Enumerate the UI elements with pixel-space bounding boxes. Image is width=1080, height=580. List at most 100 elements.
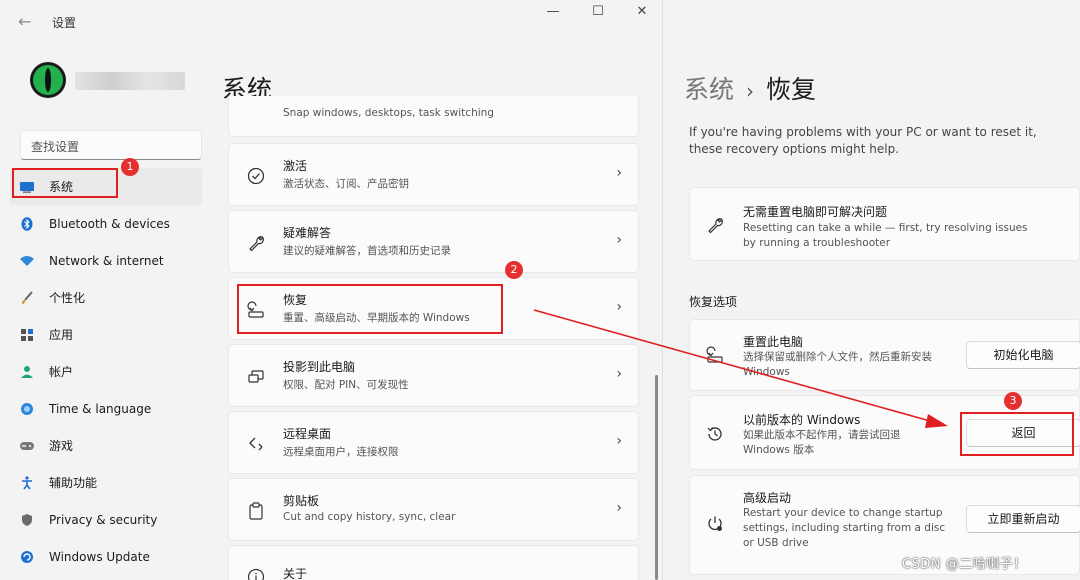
sidebar-item-label: 应用 — [49, 328, 74, 342]
breadcrumb-parent[interactable]: 系统 — [684, 75, 734, 104]
sidebar-item-network[interactable]: Network & internet — [10, 242, 202, 279]
project-to-pc-card[interactable]: 投影到此电脑 权限、配对 PIN、可发现性 › — [228, 344, 639, 407]
sidebar-item-label: 个性化 — [49, 291, 86, 305]
apps-icon — [19, 327, 35, 343]
shield-icon — [19, 512, 35, 528]
card-title: 关于 — [283, 567, 308, 580]
settings-window: ← 设置 — ☐ ✕ 查找设置 系统 Bluetooth & devices N… — [0, 0, 1080, 580]
recovery-description: If you're having problems with your PC o… — [689, 125, 1037, 156]
chevron-right-icon: › — [616, 433, 622, 449]
check-circle-icon — [245, 165, 267, 187]
back-arrow-icon[interactable]: ← — [18, 12, 31, 31]
sidebar-item-accessibility[interactable]: 辅助功能 — [10, 464, 202, 501]
activation-card[interactable]: 激活 激活状态、订阅、产品密钥 › — [228, 143, 639, 206]
sidebar-item-apps[interactable]: 应用 — [10, 316, 202, 353]
card-subtitle: 选择保留或删除个人文件，然后重新安装 Windows — [743, 351, 932, 378]
card-title: 远程桌面 — [283, 427, 332, 441]
breadcrumb-separator: › — [746, 79, 755, 103]
bluetooth-icon — [19, 216, 35, 232]
sidebar-item-label: 游戏 — [49, 439, 74, 453]
sidebar-item-label: Privacy & security — [49, 512, 158, 527]
maximize-button[interactable]: ☐ — [580, 4, 616, 24]
remote-desktop-card[interactable]: 远程桌面 远程桌面用户，连接权限 › — [228, 411, 639, 474]
card-subtitle: Resetting can take a while — first, try … — [743, 222, 1028, 249]
card-subtitle: 建议的疑难解答，首选项和历史记录 — [283, 245, 451, 257]
wifi-icon — [19, 253, 35, 269]
wrench-icon — [704, 214, 726, 236]
system-settings-list: Snap windows, desktops, task switching 激… — [228, 96, 640, 580]
watermark: CSDN @二哈喇子！ — [902, 557, 1027, 572]
about-card[interactable]: 关于 — [228, 545, 639, 580]
project-icon — [245, 366, 267, 388]
globe-clock-icon — [19, 401, 35, 417]
chevron-right-icon: › — [616, 366, 622, 382]
card-subtitle: Restart your device to change startup se… — [743, 507, 946, 549]
card-subtitle: 权限、配对 PIN、可发现性 — [283, 379, 409, 391]
sidebar-item-time-language[interactable]: Time & language — [10, 390, 202, 427]
card-title: 以前版本的 Windows — [743, 413, 861, 427]
advanced-startup-icon — [704, 513, 726, 535]
card-subtitle: 远程桌面用户，连接权限 — [283, 446, 399, 458]
card-title: 无需重置电脑即可解决问题 — [743, 205, 888, 219]
avatar[interactable] — [30, 62, 66, 98]
info-icon — [245, 566, 267, 580]
sidebar-item-gaming[interactable]: 游戏 — [10, 427, 202, 464]
reset-pc-icon — [704, 344, 726, 366]
annotation-box-recovery — [237, 284, 503, 334]
chevron-right-icon: › — [616, 299, 622, 315]
card-subtitle: 如果此版本不起作用，请尝试回退 Windows 版本 — [743, 429, 901, 456]
card-title: 高级启动 — [743, 491, 792, 505]
blurred-user-name — [75, 72, 185, 90]
section-title: 恢复选项 — [689, 295, 738, 309]
card-title: 投影到此电脑 — [283, 360, 356, 374]
card-title: 激活 — [283, 159, 308, 173]
chevron-right-icon: › — [616, 165, 622, 181]
scrollbar[interactable] — [655, 375, 658, 580]
sidebar-item-personalization[interactable]: 个性化 — [10, 279, 202, 316]
chevron-right-icon: › — [616, 500, 622, 516]
minimize-button[interactable]: — — [535, 4, 571, 24]
card-subtitle: Cut and copy history, sync, clear — [283, 511, 456, 523]
wrench-icon — [245, 232, 267, 254]
annotation-badge-1: 1 — [121, 158, 139, 176]
sidebar-nav: 系统 Bluetooth & devices Network & interne… — [10, 168, 202, 575]
multitasking-card[interactable]: Snap windows, desktops, task switching — [228, 96, 639, 137]
sidebar-item-bluetooth[interactable]: Bluetooth & devices — [10, 205, 202, 242]
annotation-badge-3: 3 — [1004, 392, 1022, 410]
annotation-box-go-back — [960, 412, 1074, 456]
sidebar-item-windows-update[interactable]: Windows Update — [10, 538, 202, 575]
gamepad-icon — [19, 438, 35, 454]
accessibility-icon — [19, 475, 35, 491]
brush-icon — [19, 290, 35, 306]
sidebar-item-label: 辅助功能 — [49, 476, 98, 490]
history-icon — [704, 423, 726, 445]
annotation-box-system — [12, 168, 118, 198]
search-input[interactable]: 查找设置 — [20, 130, 202, 160]
clipboard-card[interactable]: 剪贴板 Cut and copy history, sync, clear › — [228, 478, 639, 541]
remote-icon — [245, 433, 267, 455]
sidebar-item-label: Windows Update — [49, 549, 150, 564]
breadcrumb-current: 恢复 — [766, 75, 817, 104]
restart-now-button[interactable]: 立即重新启动 — [966, 505, 1080, 533]
chevron-right-icon: › — [616, 232, 622, 248]
sidebar-item-label: 帐户 — [49, 365, 74, 379]
title-bar: ← 设置 — ☐ ✕ — [0, 0, 1080, 44]
sidebar-item-accounts[interactable]: 帐户 — [10, 353, 202, 390]
app-title: 设置 — [52, 16, 77, 30]
clipboard-icon — [245, 500, 267, 522]
annotation-badge-2: 2 — [505, 261, 523, 279]
sidebar-item-label: Network & internet — [49, 253, 164, 268]
troubleshoot-card[interactable]: 疑难解答 建议的疑难解答，首选项和历史记录 › — [228, 210, 639, 273]
card-subtitle: Snap windows, desktops, task switching — [283, 107, 494, 119]
reset-pc-button[interactable]: 初始化电脑 — [966, 341, 1080, 369]
card-title: 剪贴板 — [283, 494, 320, 508]
update-icon — [19, 549, 35, 565]
close-button[interactable]: ✕ — [624, 4, 660, 24]
sidebar-item-label: Time & language — [49, 401, 152, 416]
sidebar-item-label: Bluetooth & devices — [49, 216, 170, 231]
breadcrumb: 系统 › 恢复 — [684, 70, 816, 106]
troubleshoot-tip-card[interactable]: 无需重置电脑即可解决问题 Resetting can take a while … — [689, 187, 1080, 261]
panel-divider — [662, 0, 663, 580]
sidebar-item-privacy[interactable]: Privacy & security — [10, 501, 202, 538]
search-placeholder: 查找设置 — [31, 140, 80, 154]
